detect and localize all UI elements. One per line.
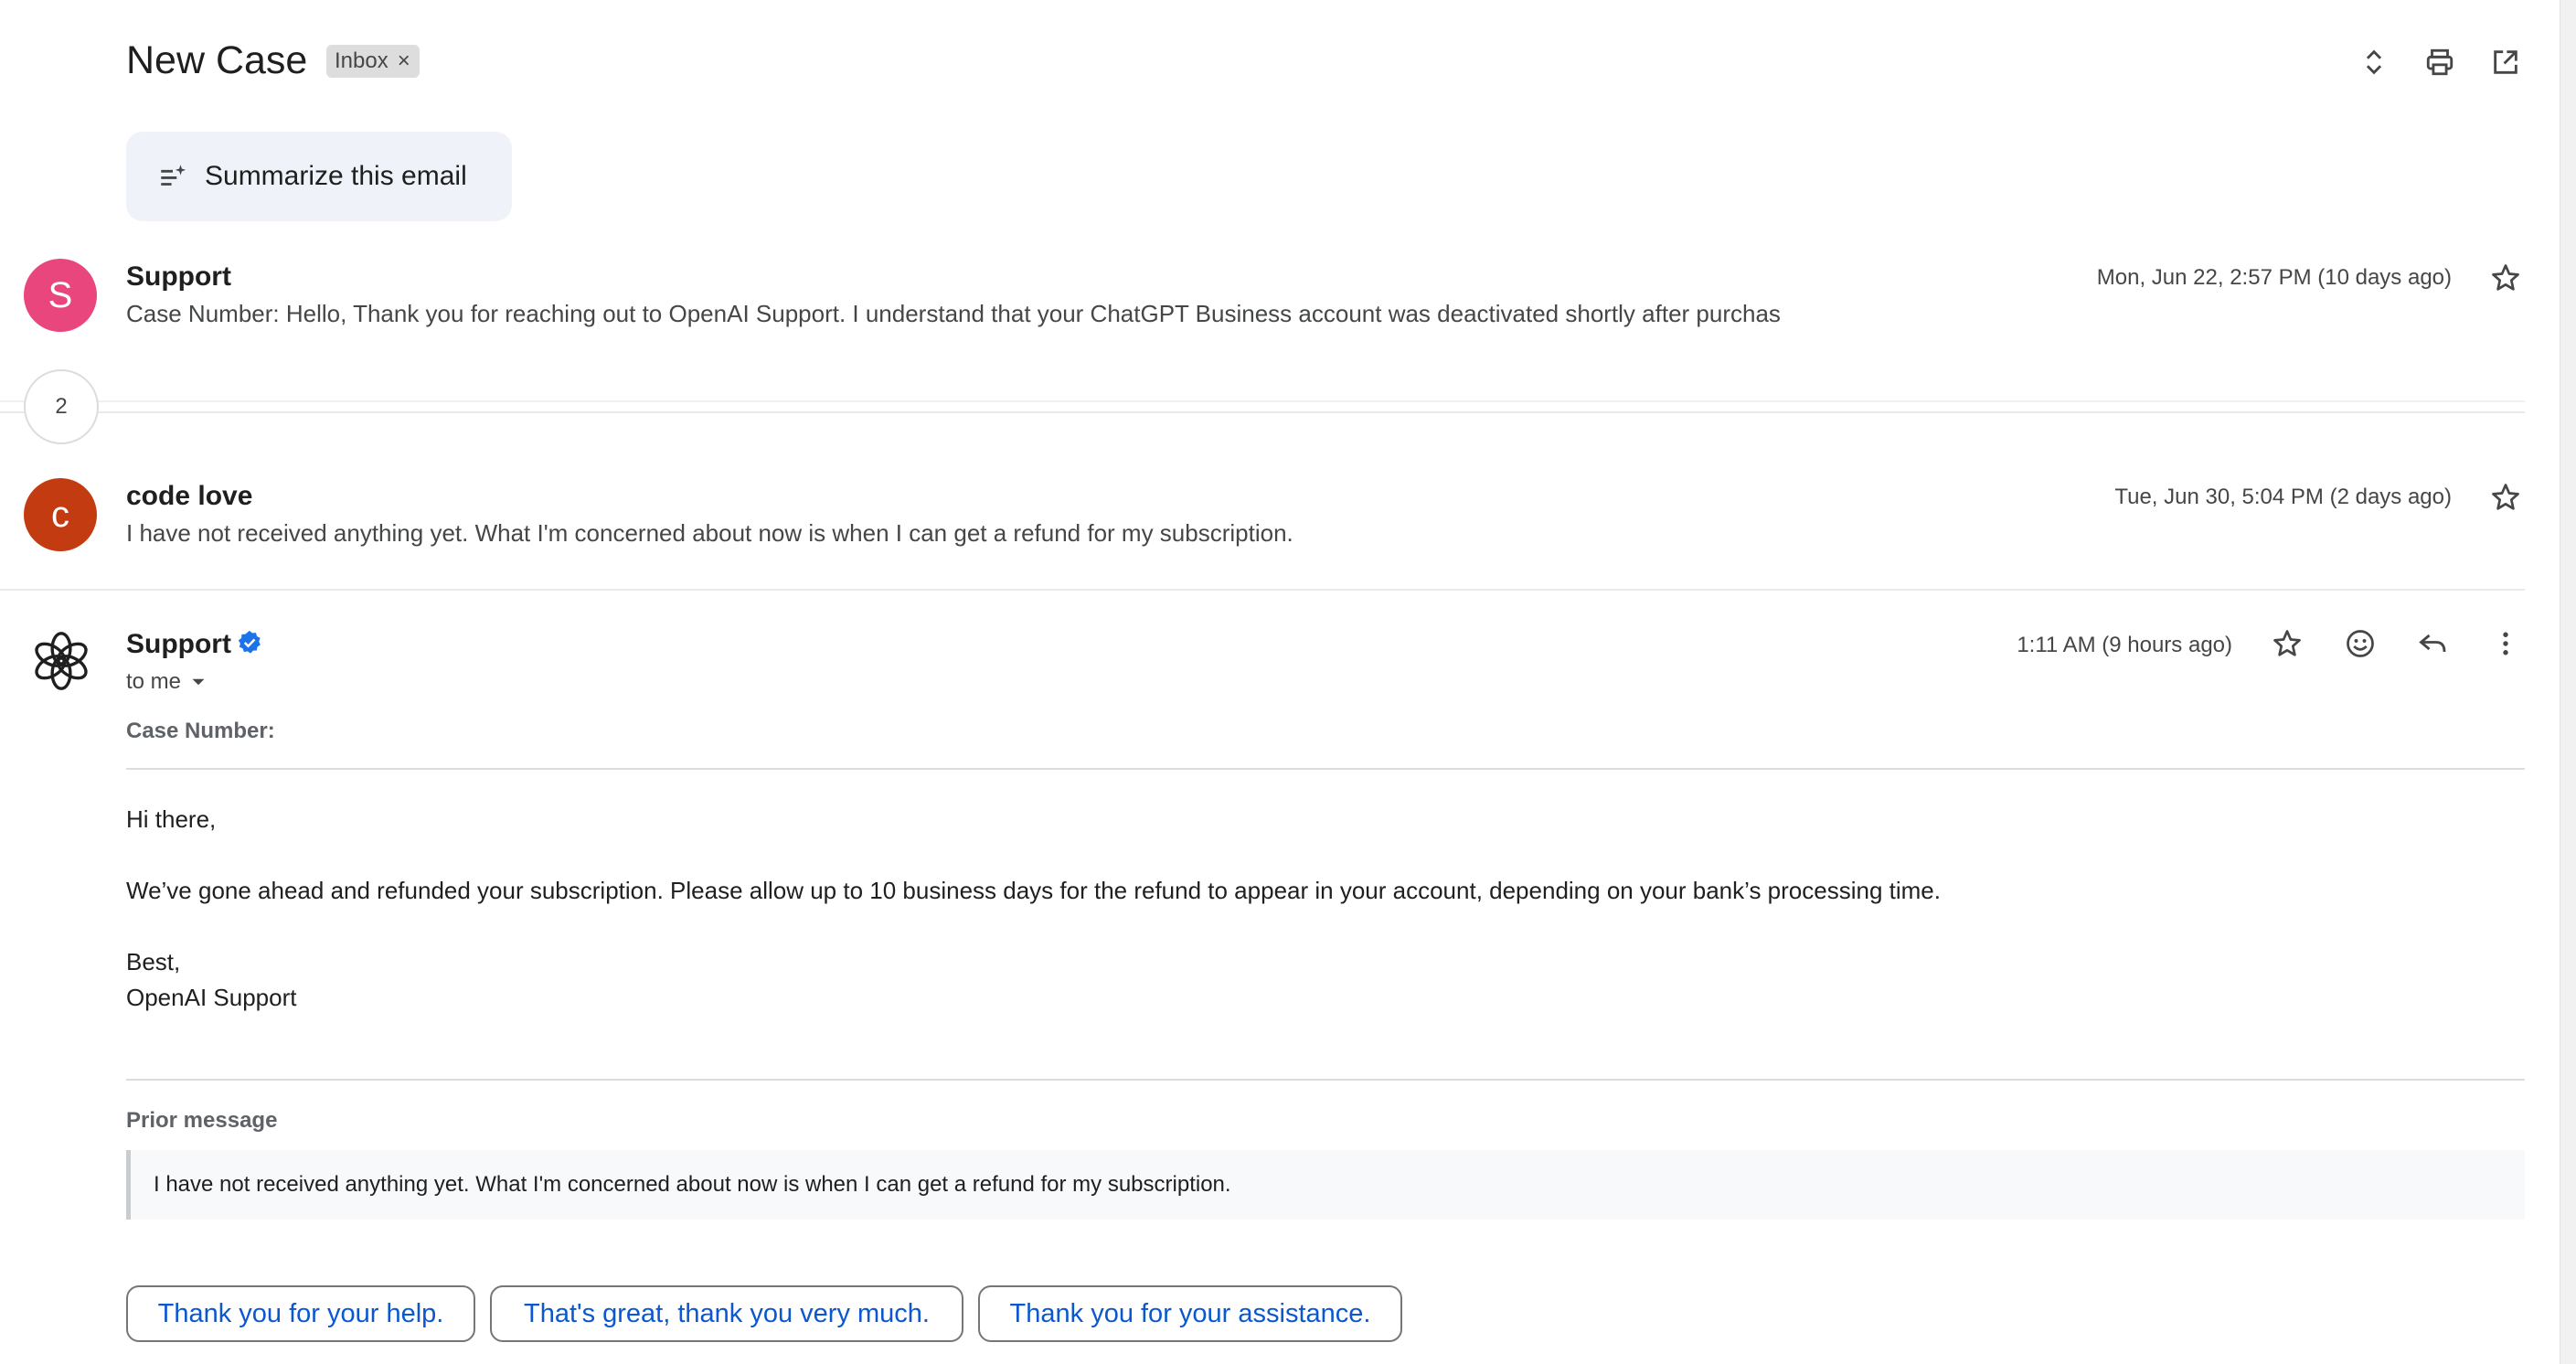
more-options-icon[interactable] <box>2486 623 2526 664</box>
openai-logo-icon <box>27 627 95 695</box>
avatar: S <box>24 259 97 332</box>
caret-down-icon <box>192 678 205 686</box>
remove-label-icon[interactable]: × <box>398 48 410 74</box>
email-signoff: Best, <box>126 948 181 975</box>
prior-divider <box>126 1079 2525 1081</box>
sender-name: Support <box>126 629 231 659</box>
smart-reply-button-3[interactable]: Thank you for your assistance. <box>978 1285 1402 1342</box>
email-greeting: Hi there, <box>126 805 217 833</box>
prior-message-label: Prior message <box>126 1108 278 1133</box>
case-divider <box>126 768 2525 770</box>
prior-message-text: I have not received anything yet. What I… <box>154 1172 1231 1197</box>
message-snippet: Case Number: Hello, Thank you for reachi… <box>126 300 1781 327</box>
email-signature: OpenAI Support <box>126 984 297 1011</box>
sparkle-list-icon <box>161 165 186 186</box>
star-icon[interactable] <box>2267 623 2307 664</box>
open-in-new-window-icon[interactable] <box>2486 42 2526 82</box>
prior-message-quote: I have not received anything yet. What I… <box>126 1150 2525 1220</box>
add-reaction-icon[interactable] <box>2340 623 2380 664</box>
collapsed-divider-bottom <box>0 411 2525 413</box>
expand-all-icon[interactable] <box>2354 42 2394 82</box>
inbox-label-chip[interactable]: Inbox × <box>326 45 420 78</box>
recipient-dropdown[interactable]: to me <box>126 669 210 695</box>
reply-icon[interactable] <box>2413 623 2454 664</box>
summarize-email-button[interactable]: Summarize this email <box>126 132 512 221</box>
message-date: Tue, Jun 30, 5:04 PM (2 days ago) <box>2114 485 2452 509</box>
smart-reply-button-2[interactable]: That's great, thank you very much. <box>490 1285 963 1342</box>
label-text: Inbox <box>335 48 389 73</box>
summarize-label: Summarize this email <box>205 161 467 191</box>
verified-badge-icon <box>236 629 263 656</box>
message-snippet: I have not received anything yet. What I… <box>126 519 1293 547</box>
sender-name: Support <box>126 261 231 292</box>
collapsed-messages-count[interactable]: 2 <box>24 369 99 444</box>
case-number-label: Case Number: <box>126 719 275 743</box>
collapsed-divider-top <box>0 400 2525 402</box>
message-date: 1:11 AM (9 hours ago) <box>2017 633 2232 657</box>
star-icon[interactable] <box>2486 477 2526 517</box>
print-icon[interactable] <box>2420 42 2460 82</box>
email-body: We’ve gone ahead and refunded your subsc… <box>126 877 1941 904</box>
recipient-text: to me <box>126 669 182 694</box>
smart-reply-button-1[interactable]: Thank you for your help. <box>126 1285 475 1342</box>
message-divider <box>0 589 2525 591</box>
sender-name: code love <box>126 481 253 511</box>
email-subject: New Case <box>126 38 308 82</box>
scrollbar-track[interactable] <box>2560 0 2576 1364</box>
star-icon[interactable] <box>2486 258 2526 298</box>
avatar: c <box>24 478 97 551</box>
message-date: Mon, Jun 22, 2:57 PM (10 days ago) <box>2096 265 2452 290</box>
